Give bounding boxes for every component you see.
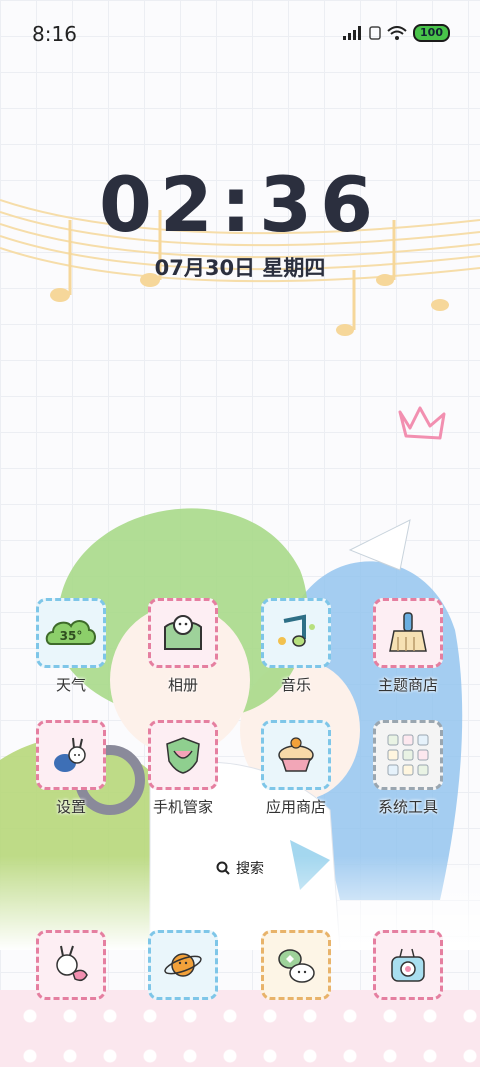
cupcake-icon [261,720,331,790]
weather-temp: 35° [60,629,83,643]
search-icon [216,861,230,875]
planet-icon [148,930,218,1000]
sim-icon [369,26,381,40]
search-button[interactable]: 搜索 [203,852,277,884]
folder-icon [373,720,443,790]
app-phone-manager[interactable]: 手机管家 [128,720,238,817]
status-icons: 100 [343,24,450,42]
app-settings[interactable]: 设置 [16,720,126,817]
app-label-theme-store: 主题商店 [377,676,438,694]
app-app-store[interactable]: 应用商店 [241,720,351,817]
search-label: 搜索 [236,861,264,877]
camera-icon [373,930,443,1000]
app-label-music: 音乐 [280,676,311,694]
app-system-tools[interactable]: 系统工具 [353,720,463,817]
status-bar: 8:16 100 [0,0,480,68]
weather-icon: 35° [36,598,106,668]
shield-icon [148,720,218,790]
wifi-icon [387,25,407,40]
chat-icon [261,930,331,1000]
app-label-weather: 天气 [55,676,86,694]
app-label-phone-manager: 手机管家 [152,798,213,816]
app-label-settings: 设置 [55,798,86,816]
app-music[interactable]: 音乐 [241,598,351,695]
music-icon [261,598,331,668]
status-time: 8:16 [32,22,77,46]
clock-widget[interactable]: 02:36 07月30日 星期四 [0,160,480,282]
dock-camera[interactable] [353,930,463,1000]
dock-messages[interactable] [241,930,351,1000]
app-theme-store[interactable]: 主题商店 [353,598,463,695]
bunny-icon [36,720,106,790]
clock-time: 02:36 [99,160,381,249]
signal-icon [343,26,362,40]
app-weather[interactable]: 35° 天气 [16,598,126,695]
crown-icon [398,406,446,440]
brush-icon [373,598,443,668]
dock-phone[interactable] [16,930,126,1000]
app-gallery[interactable]: 相册 [128,598,238,695]
bunny-phone-icon [36,930,106,1000]
dock-background [0,990,480,1067]
dock-browser[interactable] [128,930,238,1000]
app-label-system-tools: 系统工具 [377,798,438,816]
battery-icon: 100 [413,24,450,42]
app-label-gallery: 相册 [167,676,198,694]
app-label-app-store: 应用商店 [265,798,326,816]
gallery-icon [148,598,218,668]
clock-date: 07月30日 星期四 [154,256,326,280]
